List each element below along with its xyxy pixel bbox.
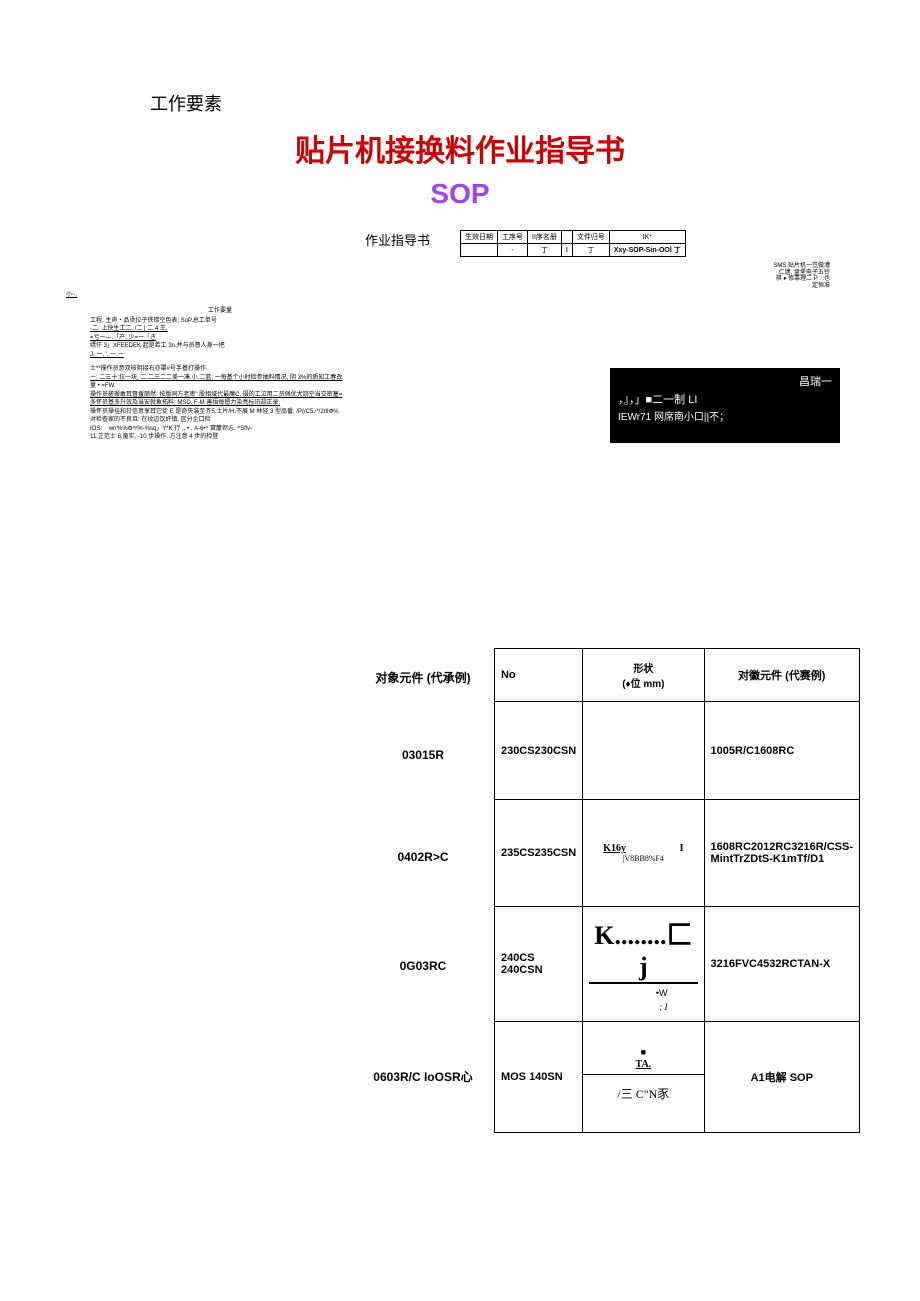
shape-sub: ; I (589, 1002, 697, 1012)
col-no-head: No (494, 648, 582, 701)
note-line: 定恒准 (550, 283, 830, 290)
cell: I (561, 244, 572, 257)
shape-head-2: (♦位 mm) (622, 679, 664, 690)
cell (461, 244, 498, 257)
table-row: 240CS 240CSN K........匚 j •W ; I 3216FVC… (494, 906, 859, 1021)
title-red: 贴片机接换料作业指导书 (60, 126, 860, 170)
header-left-label: 作业指导书 (60, 230, 460, 249)
tiny-line: =亏ー—.「产; 少=ー「き (90, 335, 350, 343)
tiny-line: ー; 二三十:拉一块, 二.二三二二美一凑.小.二篮; 一每基个小时检参抽料情况… (90, 375, 350, 383)
cell: 工序号 (498, 231, 528, 244)
cell-no: 240CS 240CSN (494, 906, 582, 1021)
tiny-line: J. ー, '. ー:ー (90, 352, 350, 360)
bottom-area: 对象元件 (代承例) 03015R 0402R>C 0G03RC 0603R/C… (60, 648, 860, 1133)
cell: Xxy-SOP-Sin-OOl 丁 (609, 244, 685, 257)
col-shape-head: 形状 (♦位 mm) (583, 648, 704, 701)
cell: 丁 (572, 244, 609, 257)
shape-ta: TA. (636, 1059, 652, 1070)
cell-ex: 1005R/C1608RC (704, 702, 859, 800)
table-row: 生效日期 工序号 II序名册 文件归号 IK* (461, 231, 686, 244)
shape-text: |V8BB8%F4 (589, 854, 697, 863)
shape-cn: /三 C"N豕 (583, 1075, 703, 1112)
tiny-line: -二. 上快生工二. /二 | 二.4 王. (90, 326, 350, 334)
title-sop: SOP (60, 178, 860, 210)
header-side-note: SMS 贴片机一笠做漕 仁逮. 盘堡电子五铃 祺 ♦ 修靠理二 P ⸌:也 定恒… (550, 263, 860, 289)
note-line: SMS 贴片机一笠做漕 (550, 263, 830, 270)
cell: 丁 (528, 244, 562, 257)
tiny-line: 操怀员操挂和甘信意享耳它徒 E 是奇失装至齐5.士片/H.不展 M 林轻 3 型… (90, 409, 350, 417)
table-row: 235CS235CSN K16y I |V8BB8%F4 1608RC2012R… (494, 800, 859, 907)
tiny-span: wrr%%Φ^r%-%sq」Y*K 行 ,, • . A-6•^ 寳簾侭忐. ^… (109, 426, 252, 432)
dark-line: IEWr71 网席南小口||不； (618, 410, 832, 426)
cell-no: 230CS230CSN (494, 702, 582, 800)
tiny-line: 对检查家的不良且: 在纹边饮奸镇, 区分企口检 (90, 417, 350, 425)
tiny-line: 缥仟 3」XFEEDEK 起是若工 3n.并与员督人身一把 (90, 343, 350, 351)
table-row: MOS 140SN ■ TA. /三 C"N豕 A1电解 SOP (494, 1021, 859, 1132)
tiny-line: 多怀员基多升效及当安就象拓料; MSD. F-M 善悟每摁力染亮标讯却正录. (90, 400, 350, 408)
cell: 生效日期 (461, 231, 498, 244)
tiny-line: 士**操作员意双核阴接右亦罩#号手基打操作. (90, 366, 350, 374)
cell-no: 235CS235CSN (494, 800, 582, 907)
shape-sub: •W (589, 988, 697, 998)
shape-text: K16y (603, 843, 626, 854)
tiny-header: 工作要量 (90, 308, 350, 316)
tiny-line: 工程. 主声・品烫拉子铁错空色表; SoP.总工单号 (90, 318, 350, 326)
dark-line: ，』，」■二一制 LI (618, 392, 832, 410)
cell (561, 231, 572, 244)
cell: 文件归号 (572, 231, 609, 244)
shape-dot: ■ (583, 1041, 703, 1059)
cell: - (498, 244, 528, 257)
dark-box: 昌瑞一 ，』，」■二一制 LI IEWr71 网席南小口||不； (610, 368, 840, 443)
header-table: 生效日期 工序号 II序名册 文件归号 IK* - 丁 I 丁 Xxy-SOP-… (460, 230, 686, 257)
table-row: No 形状 (♦位 mm) 对徽元件 (代赛例) (494, 648, 859, 701)
shape-k: K........匚 j (589, 915, 697, 984)
left-label: 03015R (370, 708, 476, 803)
tiny-line: 11.芷范士 8.童实, -10 步操作, 方注意 4 步的检登 (90, 434, 350, 442)
header-row: 作业指导书 生效日期 工序号 II序名册 文件归号 IK* - 丁 I 丁 Xx… (60, 230, 860, 257)
cell-no: MOS 140SN (494, 1021, 582, 1132)
small-underline: 小~, (66, 289, 860, 298)
cell-shape: K........匚 j •W ; I (583, 906, 704, 1021)
left-label: 0402R>C (370, 803, 476, 911)
cell-shape: ■ TA. /三 C"N豕 (583, 1021, 704, 1132)
table-row: 230CS230CSN 1005R/C1608RC (494, 702, 859, 800)
section-label: 工作要素 (150, 90, 860, 116)
shape-head-1: 形状 (633, 664, 653, 675)
tiny-line: 操作员槎搬敢耳督援丽然. 按版同方老卑" 股相域代最魔C. 摄的工泣用二员佩优犬… (90, 392, 350, 400)
shape-text: I (680, 843, 684, 854)
cell: IK* (609, 231, 685, 244)
mid-block: 工作要量 工程. 主声・品烫拉子铁错空色表; SoP.总工单号 -二. 上快生工… (60, 308, 860, 443)
dark-line: 昌瑞一 (618, 374, 832, 392)
left-label: 0G03RC (370, 911, 476, 1021)
tiny-line: 量 • =FW. (90, 383, 350, 391)
col-ex-head: 对徽元件 (代赛例) (704, 648, 859, 701)
left-labels: 对象元件 (代承例) 03015R 0402R>C 0G03RC 0603R/C… (370, 648, 476, 1133)
cell: II序名册 (528, 231, 562, 244)
cell-shape (583, 702, 704, 800)
tiny-span: IOS: (90, 426, 102, 432)
cell-ex: 3216FVC4532RCTAN-X (704, 906, 859, 1021)
cell-ex: A1电解 SOP (704, 1021, 859, 1132)
note-line: 祺 ♦ 修靠理二 P ⸌:也 (550, 276, 830, 283)
left-label: 0603R/C IoOSR心 (370, 1021, 476, 1133)
component-table: No 形状 (♦位 mm) 对徽元件 (代赛例) 230CS230CSN 100… (494, 648, 860, 1133)
tiny-column: 工作要量 工程. 主声・品烫拉子铁错空色表; SoP.总工单号 -二. 上快生工… (90, 308, 350, 443)
cell-shape: K16y I |V8BB8%F4 (583, 800, 704, 907)
cell-ex: 1608RC2012RC3216R/CSS-MintTrZDtS-K1mTf/D… (704, 800, 859, 907)
tiny-line: IOS: wrr%%Φ^r%-%sq」Y*K 行 ,, • . A-6•^ 寳簾… (90, 426, 350, 434)
table-row: - 丁 I 丁 Xxy-SOP-Sin-OOl 丁 (461, 244, 686, 257)
left-label-head: 对象元件 (代承例) (370, 648, 476, 708)
